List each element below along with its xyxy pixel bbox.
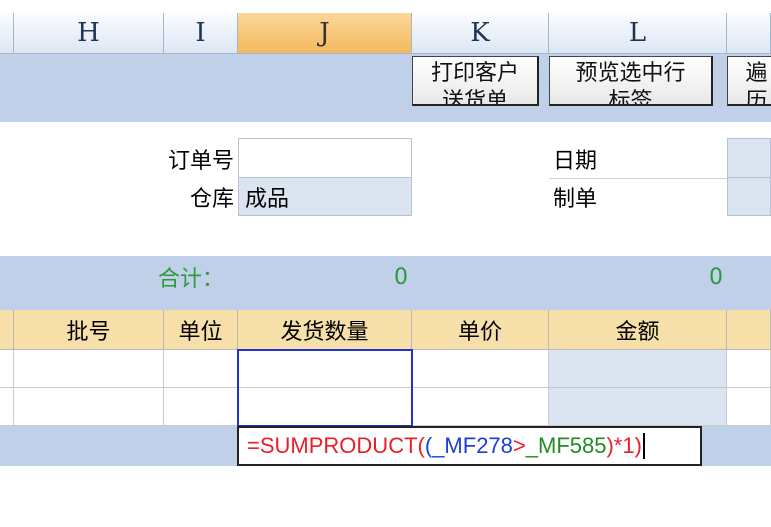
warehouse-label: 仓库 [189, 187, 234, 212]
warehouse-field[interactable]: 成品 [238, 178, 412, 216]
table-cell[interactable] [0, 388, 14, 426]
date-label: 日期 [553, 149, 598, 174]
traverse-button[interactable]: 遍 历 [727, 56, 771, 106]
column-header-j[interactable]: J [238, 13, 412, 54]
table-cell[interactable] [14, 350, 164, 388]
date-field[interactable] [727, 138, 771, 178]
maker-label: 制单 [553, 187, 598, 212]
table-cell[interactable] [727, 350, 771, 388]
table-cell[interactable] [549, 350, 727, 388]
print-delivery-button[interactable]: 打印客户 送货单 [412, 56, 539, 106]
table-cell[interactable] [164, 350, 238, 388]
total-amount: 0 [709, 264, 723, 290]
column-header-m[interactable] [727, 13, 771, 54]
table-header-extra [727, 310, 771, 350]
table-cell[interactable] [0, 350, 14, 388]
table-header-unit[interactable]: 单位 [164, 310, 238, 350]
maker-field[interactable] [727, 178, 771, 216]
top-strip [0, 0, 771, 13]
formula-edit-box[interactable]: = SUMPRODUCT( ( _MF278 > _MF585 )*1) [237, 426, 702, 466]
table-header-batch[interactable]: 批号 [14, 310, 164, 350]
table-cell[interactable] [14, 388, 164, 426]
order-no-input[interactable] [238, 138, 412, 178]
column-header-l[interactable]: L [549, 13, 727, 54]
table-header-amount[interactable]: 金额 [549, 310, 727, 350]
table-header-quantity[interactable]: 发货数量 [238, 310, 412, 350]
text-cursor [642, 433, 645, 459]
column-header-partial[interactable] [0, 13, 14, 54]
table-cell[interactable] [164, 388, 238, 426]
table-cell[interactable] [412, 388, 549, 426]
selection-border [237, 349, 413, 427]
column-header-i[interactable]: I [164, 13, 238, 54]
column-header-h[interactable]: H [14, 13, 164, 54]
total-quantity: 0 [394, 264, 408, 290]
preview-label-button[interactable]: 预览选中行 标签 [549, 56, 713, 106]
table-cell[interactable] [412, 350, 549, 388]
table-header-price[interactable]: 单价 [412, 310, 549, 350]
table-cell[interactable] [727, 388, 771, 426]
column-header-k[interactable]: K [412, 13, 549, 54]
order-no-label: 订单号 [167, 149, 234, 174]
table-header-partial [0, 310, 14, 350]
table-cell[interactable] [549, 388, 727, 426]
totals-label: 合计： [158, 267, 225, 292]
